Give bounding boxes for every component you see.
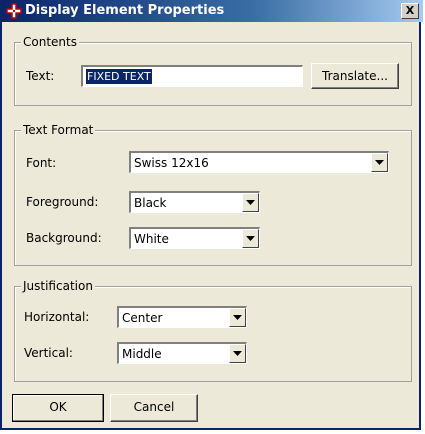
vertical-select-value: Middle: [122, 347, 162, 361]
chevron-down-icon: [246, 236, 255, 241]
contents-group: Contents Text: FIXED TEXT Translate...: [14, 35, 412, 106]
chevron-down-icon: [233, 351, 242, 356]
justification-group: Justification Horizontal: Center Vertica…: [14, 279, 412, 382]
window-title: Display Element Properties: [25, 3, 225, 18]
foreground-select-value: Black: [134, 196, 167, 210]
foreground-select[interactable]: Black: [129, 191, 260, 213]
translate-button[interactable]: Translate...: [311, 63, 399, 89]
cancel-button-label: Cancel: [133, 400, 175, 414]
cancel-button[interactable]: Cancel: [110, 394, 198, 422]
foreground-select-arrow[interactable]: [242, 193, 259, 212]
font-select[interactable]: Swiss 12x16: [129, 151, 389, 173]
horizontal-select[interactable]: Center: [117, 306, 247, 328]
text-label: Text:: [26, 69, 55, 83]
background-select-value: White: [134, 232, 169, 246]
title-bar[interactable]: Display Element Properties X: [2, 0, 423, 22]
horizontal-label: Horizontal:: [24, 310, 90, 324]
properties-dialog: Display Element Properties X Contents Te…: [0, 0, 423, 430]
chevron-down-icon: [246, 200, 255, 205]
translate-button-label: Translate...: [322, 69, 388, 83]
text-format-group: Text Format Font: Swiss 12x16 Foreground…: [14, 123, 412, 266]
contents-legend: Contents: [21, 35, 79, 49]
ok-button[interactable]: OK: [12, 394, 104, 422]
horizontal-select-arrow[interactable]: [229, 308, 246, 327]
vertical-select[interactable]: Middle: [117, 342, 247, 364]
font-select-arrow[interactable]: [371, 153, 388, 172]
chevron-down-icon: [375, 160, 384, 165]
background-select-arrow[interactable]: [242, 229, 259, 248]
text-input-value: FIXED TEXT: [86, 69, 152, 84]
horizontal-select-value: Center: [122, 311, 163, 325]
font-label: Font:: [26, 156, 57, 170]
vertical-label: Vertical:: [24, 346, 73, 360]
ok-button-label: OK: [49, 400, 67, 414]
close-icon: X: [405, 4, 415, 17]
text-input[interactable]: FIXED TEXT: [81, 65, 303, 87]
justification-legend: Justification: [21, 279, 95, 293]
close-button[interactable]: X: [401, 3, 419, 19]
vertical-select-arrow[interactable]: [229, 344, 246, 363]
foreground-label: Foreground:: [26, 195, 99, 209]
app-icon: [6, 3, 22, 19]
text-format-legend: Text Format: [21, 123, 96, 137]
font-select-value: Swiss 12x16: [134, 156, 209, 170]
background-label: Background:: [26, 231, 102, 245]
background-select[interactable]: White: [129, 227, 260, 249]
chevron-down-icon: [233, 315, 242, 320]
